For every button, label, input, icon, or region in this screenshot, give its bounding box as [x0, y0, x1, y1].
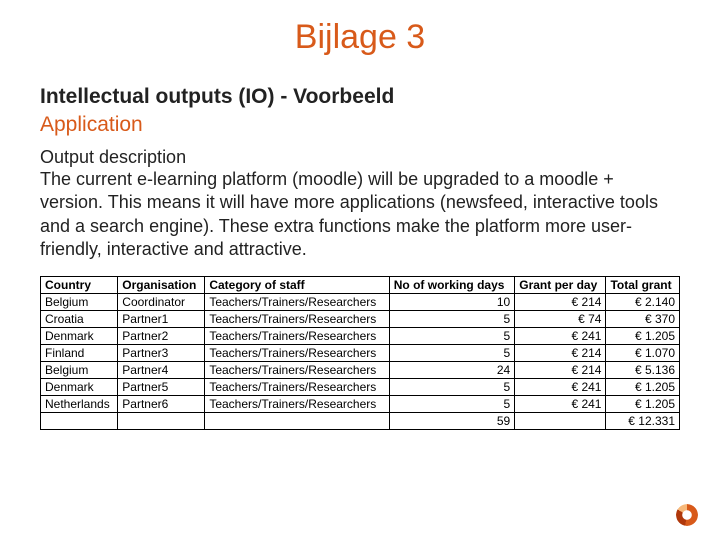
cell-country: Netherlands [41, 395, 118, 412]
cell-org: Partner4 [118, 361, 205, 378]
cell-grant: € 214 [515, 293, 606, 310]
cell-cat: Teachers/Trainers/Researchers [205, 395, 389, 412]
cell-empty [515, 412, 606, 429]
cell-empty [205, 412, 389, 429]
cell-cat: Teachers/Trainers/Researchers [205, 378, 389, 395]
cell-days: 5 [389, 395, 514, 412]
logo-icon [676, 504, 698, 526]
cell-total: € 1.070 [606, 344, 680, 361]
cell-grand-total: € 12.331 [606, 412, 680, 429]
cell-total: € 1.205 [606, 327, 680, 344]
cell-days-total: 59 [389, 412, 514, 429]
cell-empty [118, 412, 205, 429]
cell-days: 24 [389, 361, 514, 378]
cell-grant: € 74 [515, 310, 606, 327]
cell-grant: € 241 [515, 395, 606, 412]
cell-org: Partner5 [118, 378, 205, 395]
cell-grant: € 214 [515, 344, 606, 361]
cell-country: Belgium [41, 293, 118, 310]
table-body: Belgium Coordinator Teachers/Trainers/Re… [41, 293, 680, 429]
cell-country: Belgium [41, 361, 118, 378]
cell-country: Croatia [41, 310, 118, 327]
cell-days: 5 [389, 310, 514, 327]
table-row: Netherlands Partner6 Teachers/Trainers/R… [41, 395, 680, 412]
table-row: Finland Partner3 Teachers/Trainers/Resea… [41, 344, 680, 361]
cell-days: 5 [389, 344, 514, 361]
section-subheading: Application [40, 113, 680, 137]
cell-grant: € 241 [515, 378, 606, 395]
cell-org: Partner3 [118, 344, 205, 361]
cell-total: € 370 [606, 310, 680, 327]
cell-cat: Teachers/Trainers/Researchers [205, 310, 389, 327]
cell-country: Finland [41, 344, 118, 361]
cell-cat: Teachers/Trainers/Researchers [205, 361, 389, 378]
cell-days: 5 [389, 378, 514, 395]
col-organisation: Organisation [118, 276, 205, 293]
col-country: Country [41, 276, 118, 293]
table-row: Croatia Partner1 Teachers/Trainers/Resea… [41, 310, 680, 327]
cell-org: Partner1 [118, 310, 205, 327]
description-text: The current e-learning platform (moodle)… [40, 168, 680, 262]
page-title: Bijlage 3 [40, 18, 680, 57]
cell-total: € 2.140 [606, 293, 680, 310]
data-table: Country Organisation Category of staff N… [40, 276, 680, 430]
cell-total: € 1.205 [606, 395, 680, 412]
table-row: Belgium Partner4 Teachers/Trainers/Resea… [41, 361, 680, 378]
col-total-grant: Total grant [606, 276, 680, 293]
table-row: Denmark Partner5 Teachers/Trainers/Resea… [41, 378, 680, 395]
cell-empty [41, 412, 118, 429]
cell-cat: Teachers/Trainers/Researchers [205, 327, 389, 344]
table-row: Belgium Coordinator Teachers/Trainers/Re… [41, 293, 680, 310]
col-category: Category of staff [205, 276, 389, 293]
description-label: Output description [40, 147, 680, 168]
cell-total: € 5.136 [606, 361, 680, 378]
section-heading: Intellectual outputs (IO) - Voorbeeld [40, 85, 680, 109]
cell-total: € 1.205 [606, 378, 680, 395]
table-row: Denmark Partner2 Teachers/Trainers/Resea… [41, 327, 680, 344]
cell-cat: Teachers/Trainers/Researchers [205, 344, 389, 361]
cell-org: Partner6 [118, 395, 205, 412]
cell-days: 5 [389, 327, 514, 344]
cell-days: 10 [389, 293, 514, 310]
cell-grant: € 241 [515, 327, 606, 344]
table-totals-row: 59 € 12.331 [41, 412, 680, 429]
cell-org: Coordinator [118, 293, 205, 310]
cell-org: Partner2 [118, 327, 205, 344]
col-grant-per-day: Grant per day [515, 276, 606, 293]
table-header-row: Country Organisation Category of staff N… [41, 276, 680, 293]
cell-country: Denmark [41, 378, 118, 395]
cell-grant: € 214 [515, 361, 606, 378]
cell-country: Denmark [41, 327, 118, 344]
col-days: No of working days [389, 276, 514, 293]
cell-cat: Teachers/Trainers/Researchers [205, 293, 389, 310]
